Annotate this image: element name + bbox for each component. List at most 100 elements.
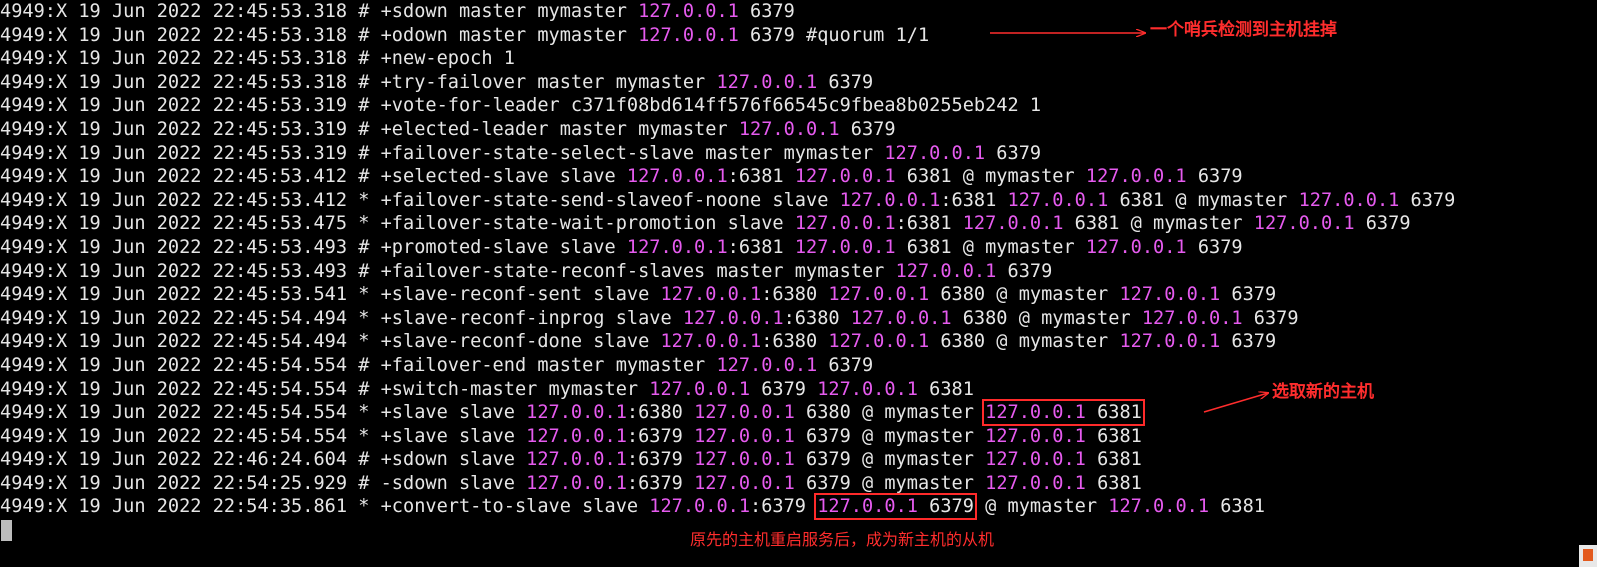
ip-address: 127.0.0.1 — [660, 284, 762, 306]
ip-address: 127.0.0.1 — [839, 189, 941, 211]
terminal-window[interactable]: 4949:X 19 Jun 2022 22:45:53.318 # +sdown… — [0, 0, 1597, 567]
log-text: 4949:X 19 Jun 2022 22:45:53.318 # +sdown… — [0, 1, 639, 22]
ip-address: 127.0.0.1 — [694, 402, 795, 424]
terminal-cursor — [1, 520, 12, 541]
scroll-badge-icon — [1583, 549, 1593, 561]
log-text: 6379 — [985, 142, 1042, 164]
log-line: 4949:X 19 Jun 2022 22:45:54.494 * +slave… — [0, 330, 1455, 354]
log-line: 4949:X 19 Jun 2022 22:46:24.604 # +sdown… — [0, 448, 1455, 472]
log-text: :6381 — [727, 166, 795, 188]
ip-address: 127.0.0.1 — [1085, 166, 1187, 188]
log-text: :6381 — [895, 213, 963, 235]
log-text: 4949:X 19 Jun 2022 22:45:53.319 # +vote-… — [0, 95, 1042, 117]
log-text: 6379 @ mymaster — [794, 425, 986, 447]
log-text: 6379 — [750, 378, 818, 400]
log-text: 4949:X 19 Jun 2022 22:45:53.319 # +elect… — [0, 118, 739, 140]
log-text: 6379 — [917, 496, 974, 518]
ip-address: 127.0.0.1 — [694, 449, 795, 471]
log-text: 6379 — [996, 260, 1053, 282]
log-text: 4949:X 19 Jun 2022 22:45:54.494 * +slave… — [0, 331, 661, 353]
log-text: 4949:X 19 Jun 2022 22:45:54.554 # +switc… — [0, 378, 650, 400]
ip-address: 127.0.0.1 — [1141, 307, 1243, 329]
ip-address: 127.0.0.1 — [526, 402, 627, 424]
ip-address: 127.0.0.1 — [660, 331, 762, 353]
ip-address: 127.0.0.1 — [794, 236, 896, 258]
ip-address: 127.0.0.1 — [828, 331, 930, 353]
ip-address: 127.0.0.1 — [1253, 213, 1355, 235]
ip-address: 127.0.0.1 — [828, 284, 930, 306]
ip-address: 127.0.0.1 — [694, 472, 795, 494]
log-line: 4949:X 19 Jun 2022 22:45:53.412 # +selec… — [0, 165, 1455, 189]
log-text: 6381 @ mymaster — [1108, 189, 1299, 211]
ip-address: 127.0.0.1 — [626, 236, 728, 258]
log-text: 6379 #quorum 1/1 — [738, 24, 930, 46]
log-text: 4949:X 19 Jun 2022 22:54:35.861 * +conve… — [0, 496, 650, 518]
log-text: 6379 @ mymaster — [794, 472, 986, 494]
log-text: 4949:X 19 Jun 2022 22:46:24.604 # +sdown… — [0, 449, 527, 471]
log-text: 4949:X 19 Jun 2022 22:45:54.494 * +slave… — [0, 307, 683, 329]
ip-address: 127.0.0.1 — [526, 425, 627, 447]
log-text: 4949:X 19 Jun 2022 22:45:53.318 # +new-e… — [0, 48, 515, 70]
log-text: 4949:X 19 Jun 2022 22:45:53.475 * +failo… — [0, 213, 795, 235]
log-text: 4949:X 19 Jun 2022 22:54:25.929 # -sdown… — [0, 472, 527, 494]
log-line: 4949:X 19 Jun 2022 22:45:53.412 * +failo… — [0, 189, 1455, 213]
ip-address: 127.0.0.1 — [716, 354, 818, 376]
ip-address: 127.0.0.1 — [694, 425, 795, 447]
ip-address: 127.0.0.1 — [638, 1, 739, 22]
log-line: 4949:X 19 Jun 2022 22:45:53.319 # +vote-… — [0, 94, 1455, 118]
ip-address: 127.0.0.1 — [850, 307, 952, 329]
annotation-new-master-selected: 选取新的主机 — [1272, 382, 1374, 402]
ip-address: 127.0.0.1 — [985, 425, 1086, 447]
log-text: 6381 — [1085, 449, 1142, 471]
log-text: :6381 — [940, 189, 1008, 211]
log-text: 6381 — [1209, 496, 1266, 518]
log-text: 6379 — [817, 71, 874, 93]
highlight-box: 127.0.0.1 6381 — [982, 399, 1145, 427]
log-line: 4949:X 19 Jun 2022 22:54:35.861 * +conve… — [0, 493, 1455, 521]
log-text: 6379 — [738, 1, 795, 22]
log-text: :6379 — [626, 449, 695, 471]
log-text: 6381 — [1085, 402, 1142, 424]
log-text: 6381 @ mymaster — [895, 166, 1086, 188]
log-text: 6381 — [1085, 472, 1142, 494]
ip-address: 127.0.0.1 — [1085, 236, 1187, 258]
log-text: :6379 — [626, 425, 695, 447]
ip-address: 127.0.0.1 — [817, 378, 918, 400]
ip-address: 127.0.0.1 — [1007, 189, 1109, 211]
ip-address: 127.0.0.1 — [738, 118, 840, 140]
log-line: 4949:X 19 Jun 2022 22:45:54.554 # +switc… — [0, 378, 1455, 402]
ip-address: 127.0.0.1 — [817, 496, 918, 518]
log-text: 4949:X 19 Jun 2022 22:45:53.412 # +selec… — [0, 166, 627, 188]
log-line: 4949:X 19 Jun 2022 22:45:54.554 * +slave… — [0, 425, 1455, 449]
log-text: :6380 — [761, 331, 829, 353]
log-text: 4949:X 19 Jun 2022 22:45:53.493 # +failo… — [0, 260, 896, 282]
ip-address: 127.0.0.1 — [649, 496, 751, 518]
annotation-sentinel-detected: 一个哨兵检测到主机挂掉 — [1150, 20, 1337, 40]
log-text: 6379 — [1186, 236, 1243, 258]
log-text: @ mymaster — [973, 496, 1109, 518]
log-text: 4949:X 19 Jun 2022 22:45:53.318 # +odown… — [0, 24, 639, 46]
log-line: 4949:X 19 Jun 2022 22:45:53.493 # +promo… — [0, 236, 1455, 260]
ip-address: 127.0.0.1 — [526, 449, 627, 471]
log-line: 4949:X 19 Jun 2022 22:45:53.319 # +failo… — [0, 142, 1455, 166]
ip-address: 127.0.0.1 — [794, 213, 896, 235]
ip-address: 127.0.0.1 — [716, 71, 818, 93]
ip-address: 127.0.0.1 — [1298, 189, 1400, 211]
log-line: 4949:X 19 Jun 2022 22:45:53.541 * +slave… — [0, 283, 1455, 307]
terminal-log: 4949:X 19 Jun 2022 22:45:53.318 # +sdown… — [0, 0, 1455, 521]
log-text: 6379 @ mymaster — [794, 449, 986, 471]
ip-address: 127.0.0.1 — [649, 378, 751, 400]
log-text: :6379 — [626, 472, 695, 494]
log-text: 4949:X 19 Jun 2022 22:45:53.541 * +slave… — [0, 284, 661, 306]
log-text: 6379 — [1220, 331, 1277, 353]
ip-address: 127.0.0.1 — [884, 142, 986, 164]
log-line: 4949:X 19 Jun 2022 22:45:53.319 # +elect… — [0, 118, 1455, 142]
log-text: 4949:X 19 Jun 2022 22:45:53.318 # +try-f… — [0, 71, 717, 93]
ip-address: 127.0.0.1 — [526, 472, 627, 494]
log-text: 6381 @ mymaster — [895, 236, 1086, 258]
log-text: :6381 — [727, 236, 795, 258]
log-line: 4949:X 19 Jun 2022 22:45:53.475 * +failo… — [0, 212, 1455, 236]
ip-address: 127.0.0.1 — [682, 307, 784, 329]
log-line: 4949:X 19 Jun 2022 22:45:53.493 # +failo… — [0, 260, 1455, 284]
log-line: 4949:X 19 Jun 2022 22:54:25.929 # -sdown… — [0, 472, 1455, 496]
